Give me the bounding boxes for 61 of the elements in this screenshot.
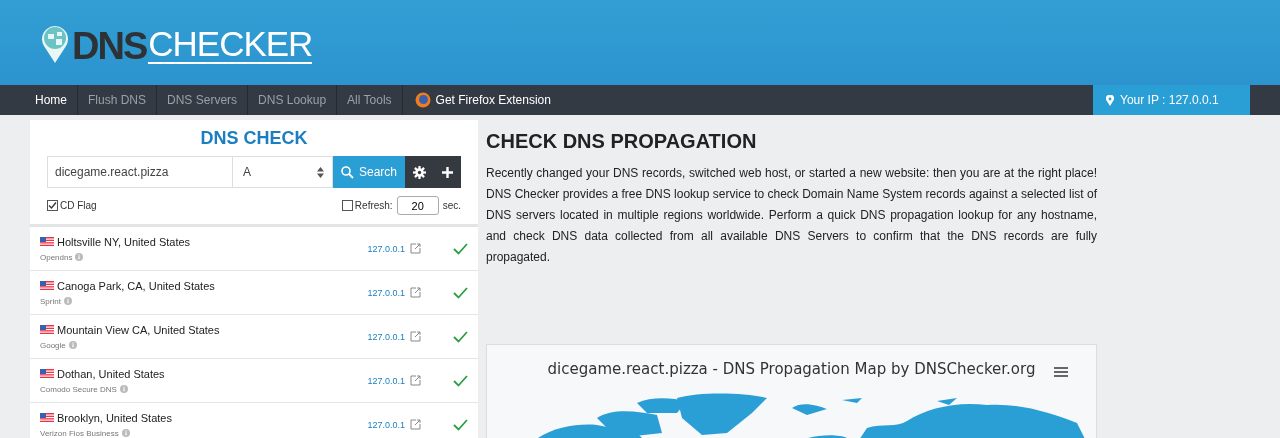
checkbox-label: Refresh:: [354, 200, 393, 211]
external-link-icon[interactable]: [410, 287, 421, 298]
location-pin-icon: [1106, 94, 1114, 106]
nav-link[interactable]: DNS Lookup: [248, 85, 338, 115]
ip-link[interactable]: 127.0.0.1: [367, 419, 405, 430]
provider-text: Verizon Fios Business: [40, 428, 119, 438]
search-icon: [341, 165, 354, 179]
nav-link[interactable]: Flush DNS: [78, 85, 158, 115]
nav-link[interactable]: DNS Servers: [157, 85, 249, 115]
flag-icon: [40, 237, 54, 246]
cd-flag-checkbox[interactable]: [47, 200, 58, 211]
location-text: Brooklyn, United States: [57, 411, 172, 424]
provider-text: Comodo Secure DNS: [40, 384, 117, 394]
page-heading: CHECK DNS PROPAGATION: [486, 130, 758, 153]
extension-link[interactable]: Get Firefox Extension: [435, 93, 551, 107]
location-text: Mountain View CA, United States: [57, 323, 220, 336]
ip-text: Your IP : 127.0.0.1: [1120, 93, 1219, 107]
refresh-checkbox[interactable]: [341, 200, 353, 211]
refresh-interval-field[interactable]: 20: [396, 196, 439, 215]
menu-icon[interactable]: [1054, 366, 1068, 378]
hostname-field[interactable]: dicegame.react.pizza: [47, 156, 233, 188]
ip-link[interactable]: 127.0.0.1: [367, 287, 405, 298]
flag-icon: [40, 281, 54, 290]
sort-caret-icon: [317, 166, 324, 178]
location-text: Dothan, United States: [57, 367, 165, 380]
info-icon: [68, 341, 77, 349]
info-icon: [63, 297, 72, 305]
flag-icon: [40, 413, 54, 422]
external-link-icon[interactable]: [410, 375, 421, 386]
external-link-icon[interactable]: [410, 419, 421, 430]
record-type-select[interactable]: A: [233, 156, 333, 188]
card-title: DNS CHECK: [199, 128, 309, 149]
flag-icon: [40, 325, 54, 334]
logo-text[interactable]: DNS: [72, 28, 147, 64]
checkbox-label: CD Flag: [60, 200, 97, 211]
settings-button[interactable]: [405, 156, 433, 188]
nav-link[interactable]: Home: [25, 85, 78, 115]
add-button[interactable]: [433, 156, 461, 188]
external-link-icon[interactable]: [410, 331, 421, 342]
plus-icon: [441, 166, 453, 178]
search-button[interactable]: Search: [333, 156, 405, 188]
location-text: Canoga Park, CA, United States: [57, 279, 215, 292]
info-icon: [75, 253, 84, 261]
nav-link[interactable]: All Tools: [337, 85, 403, 115]
intro-paragraph: Recently changed your DNS records, switched web host, or started a new website: then you are at the right place! DNS Checker provides a free DNS lookup service to check Domain Name System records against a selected list of DNS servers located in multiple regions worldwide. Perform a quick DNS propagation lookup for any hostname, and check DNS data collected from all available DNS Servers to confirm that the DNS records are fully propagated.: [486, 165, 1097, 266]
provider-text: Google: [40, 340, 66, 350]
external-link-icon[interactable]: [410, 243, 421, 254]
map-title: dicegame.react.pizza - DNS Propagation Map by DNSChecker.org: [547, 360, 1036, 378]
provider-text: Sprint: [40, 296, 61, 306]
ip-link[interactable]: 127.0.0.1: [367, 331, 405, 342]
unit-label: sec.: [442, 200, 461, 211]
logo-text[interactable]: CHECKER: [148, 26, 313, 64]
flag-icon: [40, 369, 54, 378]
provider-text: Opendns: [40, 252, 73, 262]
location-text: Holtsville NY, United States: [57, 235, 191, 248]
globe-pin-icon: [40, 24, 70, 64]
settings-icon: [412, 165, 426, 179]
firefox-icon: [414, 92, 431, 108]
ip-link[interactable]: 127.0.0.1: [367, 375, 405, 386]
info-icon: [119, 385, 128, 393]
ip-link[interactable]: 127.0.0.1: [367, 243, 405, 254]
